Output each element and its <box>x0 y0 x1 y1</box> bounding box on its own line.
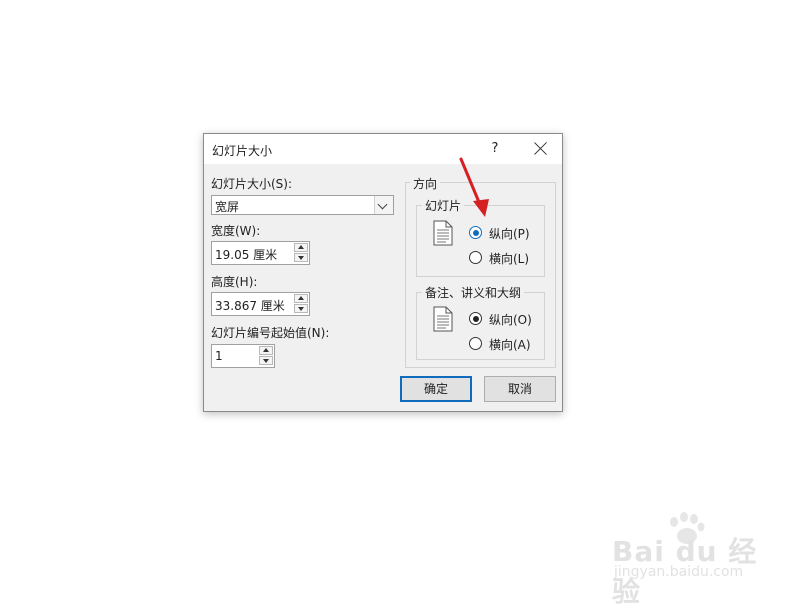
notes-landscape-label[interactable]: 横向(A) <box>489 336 531 353</box>
height-increment-icon[interactable] <box>294 294 308 303</box>
width-increment-icon[interactable] <box>294 243 308 252</box>
height-label: 高度(H): <box>211 275 258 289</box>
height-value[interactable]: 33.867 厘米 <box>215 297 285 314</box>
start-number-value[interactable]: 1 <box>215 349 223 363</box>
slide-size-label: 幻灯片大小(S): <box>211 177 293 191</box>
notes-portrait-label[interactable]: 纵向(O) <box>489 311 532 328</box>
start-number-decrement-icon[interactable] <box>259 356 273 365</box>
slides-portrait-label[interactable]: 纵向(P) <box>489 225 530 242</box>
slide-size-select[interactable]: 宽屏 <box>211 195 394 215</box>
slide-size-dialog: 幻灯片大小 ? 幻灯片大小(S): 宽屏 宽度(W): 19.05 厘米 高度(… <box>203 133 563 412</box>
ok-button[interactable]: 确定 <box>400 376 472 402</box>
slide-size-value: 宽屏 <box>215 200 240 214</box>
orientation-title: 方向 <box>410 175 441 192</box>
width-value[interactable]: 19.05 厘米 <box>215 246 277 263</box>
width-label: 宽度(W): <box>211 224 261 238</box>
slides-portrait-radio[interactable] <box>469 226 482 239</box>
close-icon[interactable] <box>530 138 552 160</box>
slides-landscape-radio[interactable] <box>469 251 482 264</box>
notes-landscape-radio[interactable] <box>469 337 482 350</box>
annotation-arrow-icon <box>459 157 489 217</box>
width-decrement-icon[interactable] <box>294 253 308 262</box>
start-number-increment-icon[interactable] <box>259 346 273 355</box>
start-number-label: 幻灯片编号起始值(N): <box>211 326 330 340</box>
start-number-stepper[interactable]: 1 <box>211 344 275 368</box>
cancel-button[interactable]: 取消 <box>484 376 556 402</box>
dialog-title: 幻灯片大小 <box>212 144 273 158</box>
height-decrement-icon[interactable] <box>294 304 308 313</box>
notes-page-icon <box>433 306 453 332</box>
chevron-down-icon[interactable] <box>374 196 393 214</box>
notes-portrait-radio[interactable] <box>469 312 482 325</box>
watermark-url: jingyan.baidu.com <box>614 564 744 580</box>
height-stepper[interactable]: 33.867 厘米 <box>211 292 310 316</box>
title-bar: 幻灯片大小 ? <box>204 134 562 164</box>
notes-orientation-title: 备注、讲义和大纲 <box>422 284 525 301</box>
baidu-jingyan-watermark: Bai du 经验 jingyan.baidu.com <box>612 512 762 608</box>
portrait-page-icon <box>433 220 453 246</box>
slides-landscape-label[interactable]: 横向(L) <box>489 250 529 267</box>
width-stepper[interactable]: 19.05 厘米 <box>211 241 310 265</box>
